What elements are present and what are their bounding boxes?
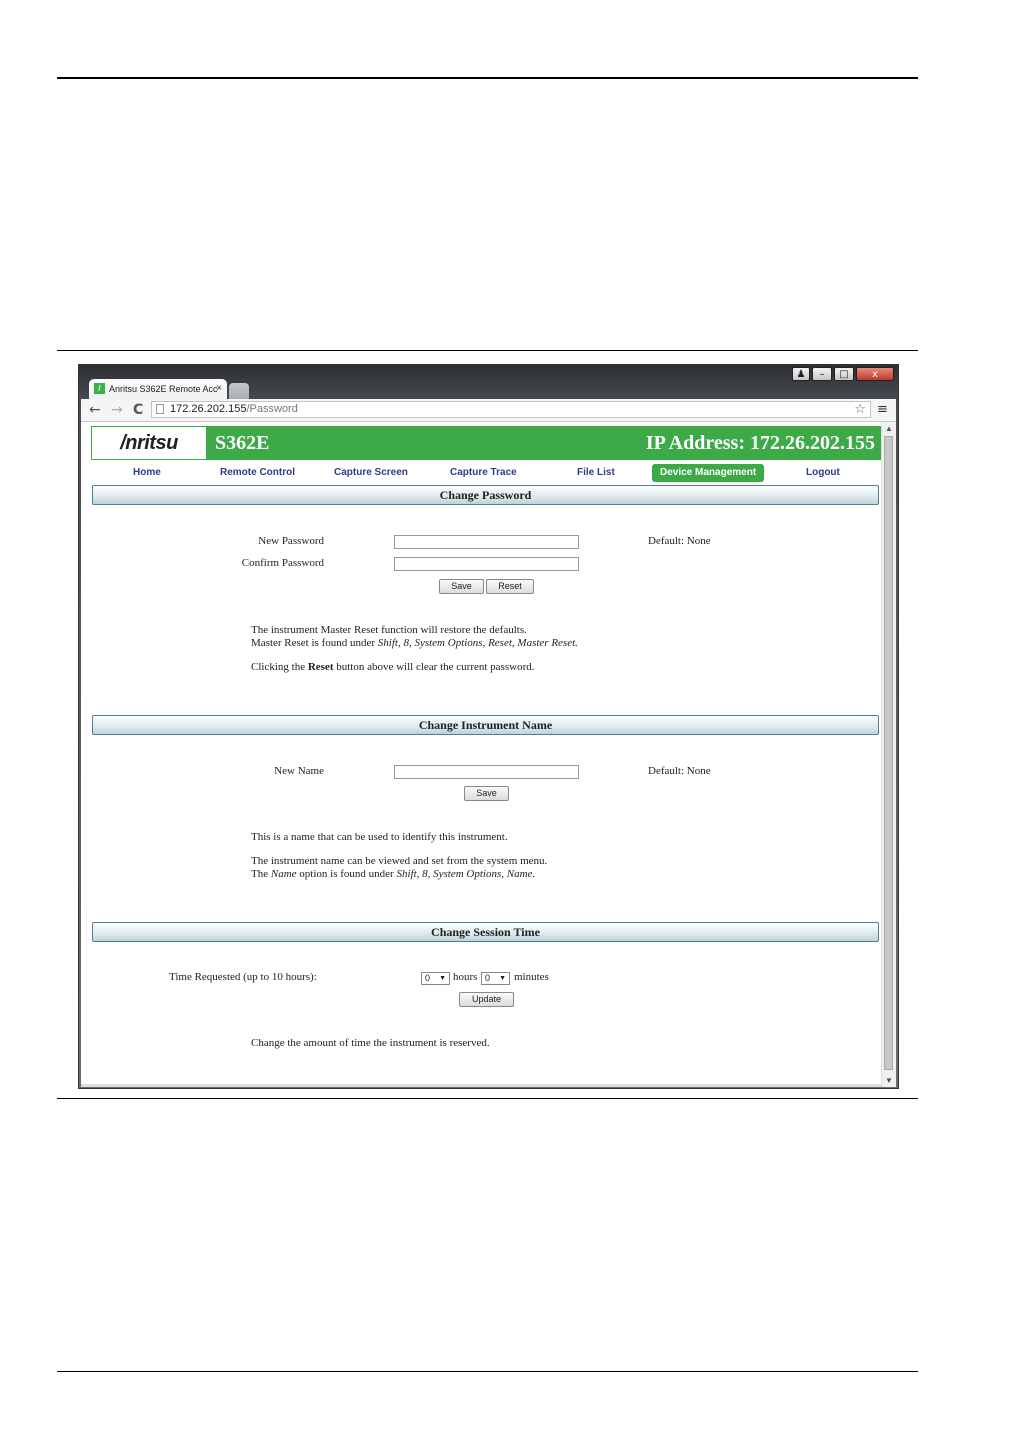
password-info-line3-suffix: button above will clear the current pass… xyxy=(333,661,535,673)
top-rule xyxy=(57,77,918,79)
name-info-line2: The instrument name can be viewed and se… xyxy=(251,855,548,867)
password-default: Default: None xyxy=(648,535,711,547)
window-controls: ♟ – □ x xyxy=(792,367,894,381)
new-name-label: New Name xyxy=(274,765,324,777)
nav-logout[interactable]: Logout xyxy=(806,464,840,482)
minutes-label: minutes xyxy=(514,971,549,983)
chevron-down-icon: ▼ xyxy=(499,975,506,982)
main-nav: Home Remote Control Capture Screen Captu… xyxy=(91,464,883,482)
scrollbar-thumb[interactable] xyxy=(884,436,893,1070)
new-password-input[interactable] xyxy=(394,535,579,549)
minimize-button[interactable]: – xyxy=(812,367,832,381)
menu-icon[interactable]: ≡ xyxy=(877,402,888,417)
nav-capture-trace[interactable]: Capture Trace xyxy=(450,464,517,482)
password-save-button[interactable]: Save xyxy=(439,579,484,594)
hours-value: 0 xyxy=(425,973,431,983)
name-option-path: Shift, 8, System Options, Name. xyxy=(396,868,536,880)
instrument-header: /nritsu S362E IP Address: 172.26.202.155 xyxy=(91,426,883,460)
address-bar[interactable]: 172.26.202.155/Password ☆ xyxy=(151,401,871,418)
name-option-word: Name xyxy=(270,868,297,880)
name-save-button[interactable]: Save xyxy=(464,786,509,801)
confirm-password-input[interactable] xyxy=(394,557,579,571)
browser-toolbar: ← → C 172.26.202.155/Password ☆ ≡ xyxy=(81,399,896,422)
name-info-line1: This is a name that can be used to ident… xyxy=(251,831,508,843)
browser-window: ♟ – □ x / Anritsu S362E Remote Acc × ← →… xyxy=(78,364,899,1089)
scroll-up-icon[interactable]: ▲ xyxy=(885,424,893,433)
name-info-line3: The Name option is found under Shift, 8,… xyxy=(251,868,535,880)
reload-icon[interactable]: C xyxy=(133,401,143,419)
change-name-header: Change Instrument Name xyxy=(92,715,879,735)
browser-tab[interactable]: / Anritsu S362E Remote Acc × xyxy=(89,379,227,399)
password-info-line1: The instrument Master Reset function wil… xyxy=(251,624,527,636)
session-info: Change the amount of time the instrument… xyxy=(251,1037,490,1049)
model-name: S362E xyxy=(215,432,270,454)
anritsu-logo: /nritsu xyxy=(92,427,206,459)
password-info-line2-prefix: Master Reset is found under xyxy=(251,637,378,649)
reset-bold-word: Reset xyxy=(307,661,334,673)
password-reset-button[interactable]: Reset xyxy=(486,579,534,594)
nav-home[interactable]: Home xyxy=(133,464,161,482)
anritsu-favicon-icon: / xyxy=(94,383,105,394)
chevron-down-icon: ▼ xyxy=(439,975,446,982)
hours-select[interactable]: 0 ▼ xyxy=(421,972,450,985)
nav-device-management[interactable]: Device Management xyxy=(652,464,765,482)
footer-rule xyxy=(57,1371,918,1372)
page-viewport: /nritsu S362E IP Address: 172.26.202.155… xyxy=(81,422,896,1087)
url-host: 172.26.202.155 xyxy=(170,403,247,415)
figure-bottom-rule xyxy=(57,1098,918,1099)
password-info-line2: Master Reset is found under Shift, 8, Sy… xyxy=(251,637,578,649)
horizontal-scrollbar[interactable] xyxy=(81,1084,882,1087)
name-info-line3-mid: option is found under xyxy=(296,868,397,880)
vertical-scrollbar[interactable]: ▲ ▼ xyxy=(881,422,896,1087)
figure-top-rule xyxy=(57,350,918,351)
url-path: /Password xyxy=(246,403,298,415)
minutes-select[interactable]: 0 ▼ xyxy=(481,972,510,985)
back-icon[interactable]: ← xyxy=(89,401,101,419)
name-default: Default: None xyxy=(648,765,711,777)
nav-file-list[interactable]: File List xyxy=(577,464,615,482)
change-session-header: Change Session Time xyxy=(92,922,879,942)
name-info-line3-prefix: The xyxy=(251,868,271,880)
forward-icon[interactable]: → xyxy=(111,401,123,419)
new-name-input[interactable] xyxy=(394,765,579,779)
password-info-line3: Clicking the Reset button above will cle… xyxy=(251,661,534,673)
scroll-down-icon[interactable]: ▼ xyxy=(885,1076,893,1085)
change-password-header: Change Password xyxy=(92,485,879,505)
session-update-button[interactable]: Update xyxy=(459,992,514,1007)
page-icon xyxy=(156,404,164,414)
new-password-label: New Password xyxy=(258,535,324,547)
password-info-line3-prefix: Clicking the xyxy=(251,661,308,673)
tab-title: Anritsu S362E Remote Acc xyxy=(109,384,218,394)
nav-capture-screen[interactable]: Capture Screen xyxy=(334,464,408,482)
time-requested-label: Time Requested (up to 10 hours): xyxy=(169,971,317,983)
bookmark-star-icon[interactable]: ☆ xyxy=(854,402,866,417)
user-icon[interactable]: ♟ xyxy=(792,367,810,381)
hours-label: hours xyxy=(453,971,478,983)
maximize-button[interactable]: □ xyxy=(834,367,854,381)
ip-address: IP Address: 172.26.202.155 xyxy=(645,432,875,454)
tab-close-icon[interactable]: × xyxy=(216,379,222,399)
confirm-password-label: Confirm Password xyxy=(241,557,324,569)
minutes-value: 0 xyxy=(485,973,491,983)
nav-remote-control[interactable]: Remote Control xyxy=(220,464,295,482)
master-reset-path: Shift, 8, System Options, Reset, Master … xyxy=(377,637,578,649)
close-window-button[interactable]: x xyxy=(856,367,894,381)
new-tab-button[interactable] xyxy=(229,383,249,399)
